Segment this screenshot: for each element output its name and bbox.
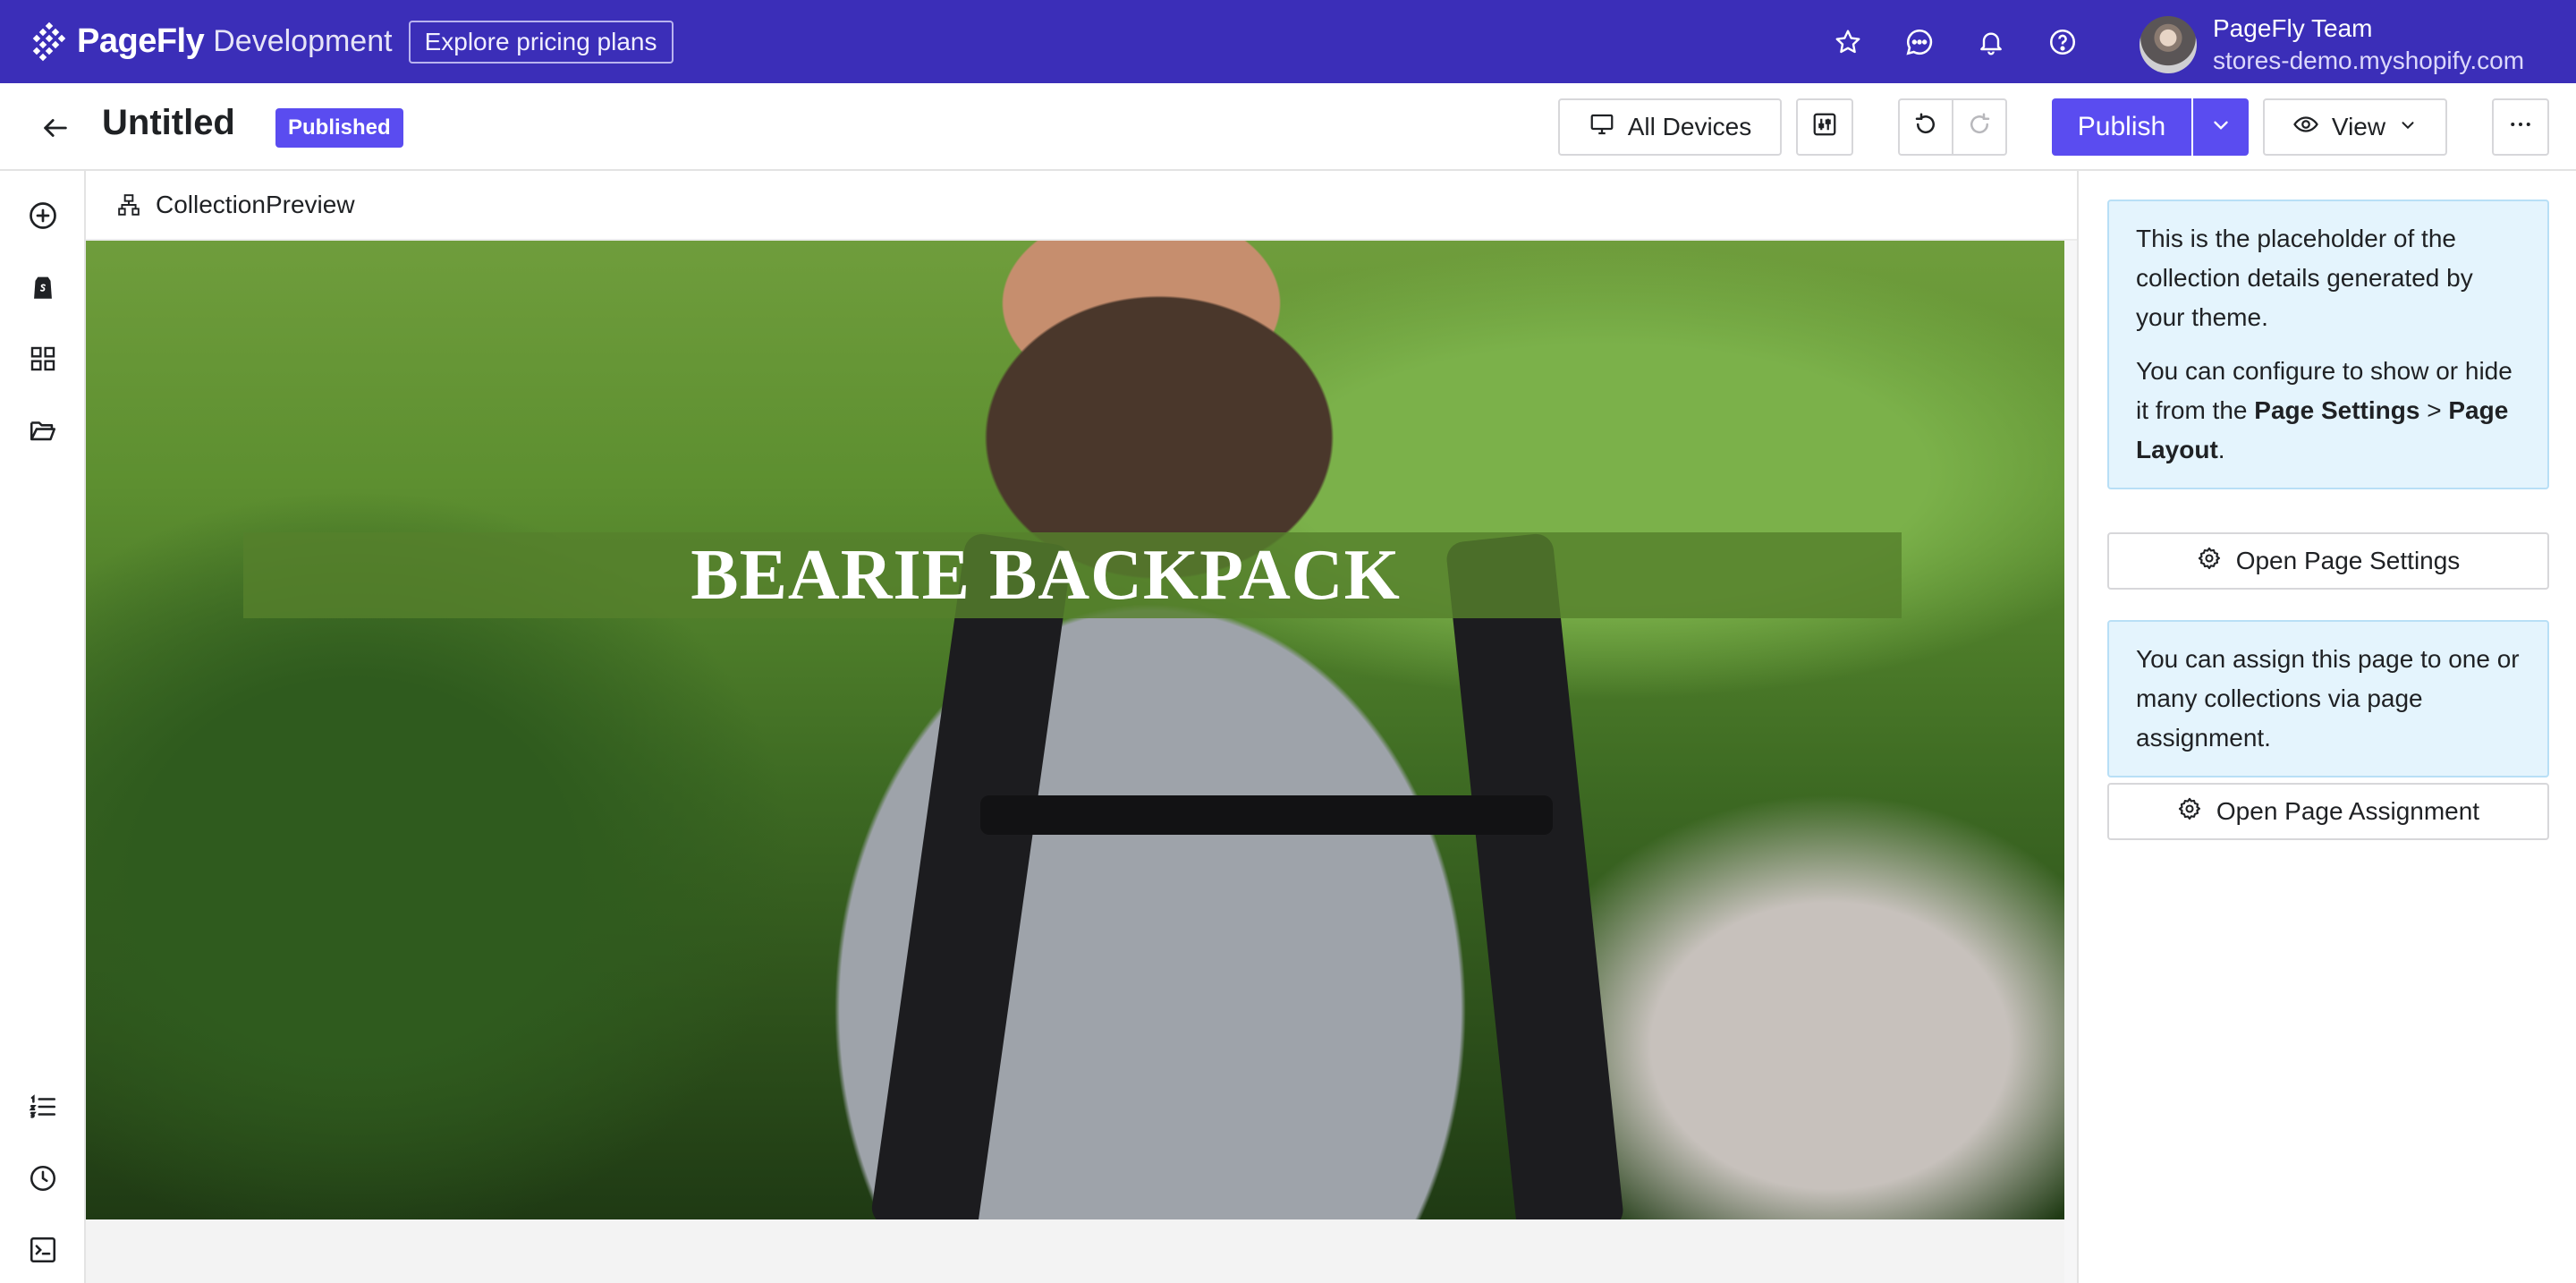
hero-title[interactable]: BEARIE BACKPACK xyxy=(243,532,1902,618)
placeholder-info-box: This is the placeholder of the collectio… xyxy=(2107,200,2549,489)
top-icons xyxy=(1832,0,2079,83)
gear-icon xyxy=(2177,796,2202,828)
breadcrumb-element[interactable]: CollectionPreview xyxy=(156,191,355,219)
open-page-settings-label: Open Page Settings xyxy=(2235,547,2461,574)
view-button[interactable]: View xyxy=(2263,98,2447,156)
gear-icon xyxy=(2197,546,2222,577)
editor-canvas: CollectionPreview BEARIE BACKPACK xyxy=(86,171,2077,1283)
star-icon[interactable] xyxy=(1832,26,1864,58)
help-icon[interactable] xyxy=(2046,26,2079,58)
sliders-icon xyxy=(1811,111,1838,144)
assignment-info-box: You can assign this page to one or many … xyxy=(2107,620,2549,777)
brand-environment: Development xyxy=(213,24,393,58)
redo-button[interactable] xyxy=(1952,98,2007,156)
configure-info-text: You can configure to show or hide it fro… xyxy=(2136,357,2512,463)
publish-button[interactable]: Publish xyxy=(2052,98,2191,156)
history-icon[interactable] xyxy=(25,1160,61,1196)
monitor-icon xyxy=(1589,111,1615,144)
shopify-icon[interactable] xyxy=(25,269,61,305)
undo-icon xyxy=(1912,111,1939,144)
all-devices-button[interactable]: All Devices xyxy=(1558,98,1782,156)
breadcrumb: CollectionPreview xyxy=(86,171,2077,241)
right-panel: This is the placeholder of the collectio… xyxy=(2077,171,2576,1283)
chat-icon[interactable] xyxy=(1903,26,1936,58)
more-horizontal-icon xyxy=(2507,111,2534,144)
publish-options-button[interactable] xyxy=(2193,98,2249,156)
top-bar: PageFly Development Explore pricing plan… xyxy=(0,0,2576,83)
bell-icon[interactable] xyxy=(1975,26,2007,58)
backpack-chest-strap xyxy=(980,795,1553,835)
account-menu[interactable]: PageFly Team stores-demo.myshopify.com xyxy=(2140,13,2524,77)
brand-name: PageFly xyxy=(77,22,205,60)
backpack-strap-right xyxy=(1445,531,1625,1219)
chevron-down-icon xyxy=(2398,113,2418,141)
avatar xyxy=(2140,16,2197,73)
page-style-button[interactable] xyxy=(1796,98,1853,156)
grid-icon[interactable] xyxy=(25,341,61,377)
status-badge: Published xyxy=(275,108,403,148)
page-title[interactable]: Untitled xyxy=(102,103,235,143)
eye-icon xyxy=(2292,111,2319,144)
account-name: PageFly Team xyxy=(2213,14,2373,42)
account-store: stores-demo.myshopify.com xyxy=(2213,47,2525,74)
redo-icon xyxy=(1966,111,1993,144)
folder-icon[interactable] xyxy=(25,412,61,448)
terminal-icon[interactable] xyxy=(25,1232,61,1268)
sitemap-icon xyxy=(116,192,141,217)
hero-image[interactable] xyxy=(86,241,2064,1219)
list-icon[interactable] xyxy=(25,1089,61,1125)
view-label: View xyxy=(2331,113,2386,140)
editor-header: Untitled Published All Devices Publish V… xyxy=(0,83,2576,171)
undo-button[interactable] xyxy=(1898,98,1953,156)
chevron-down-icon xyxy=(2209,114,2233,141)
explore-pricing-button[interactable]: Explore pricing plans xyxy=(408,20,674,64)
page-settings-emphasis: Page Settings xyxy=(2254,396,2420,424)
pagefly-logo-icon xyxy=(29,21,70,63)
back-arrow-icon[interactable] xyxy=(36,108,75,148)
brand[interactable]: PageFly Development xyxy=(29,21,393,63)
placeholder-info-text: This is the placeholder of the collectio… xyxy=(2136,225,2473,331)
canvas-footer-area xyxy=(86,1219,2064,1283)
open-page-assignment-label: Open Page Assignment xyxy=(2216,797,2480,825)
left-sidebar xyxy=(0,171,86,1283)
add-icon[interactable] xyxy=(25,198,61,234)
all-devices-label: All Devices xyxy=(1627,113,1752,140)
backpack-strap-left xyxy=(869,531,1073,1219)
more-options-button[interactable] xyxy=(2492,98,2549,156)
open-page-settings-button[interactable]: Open Page Settings xyxy=(2107,532,2549,590)
open-page-assignment-button[interactable]: Open Page Assignment xyxy=(2107,783,2549,840)
assignment-info-text: You can assign this page to one or many … xyxy=(2136,645,2520,752)
